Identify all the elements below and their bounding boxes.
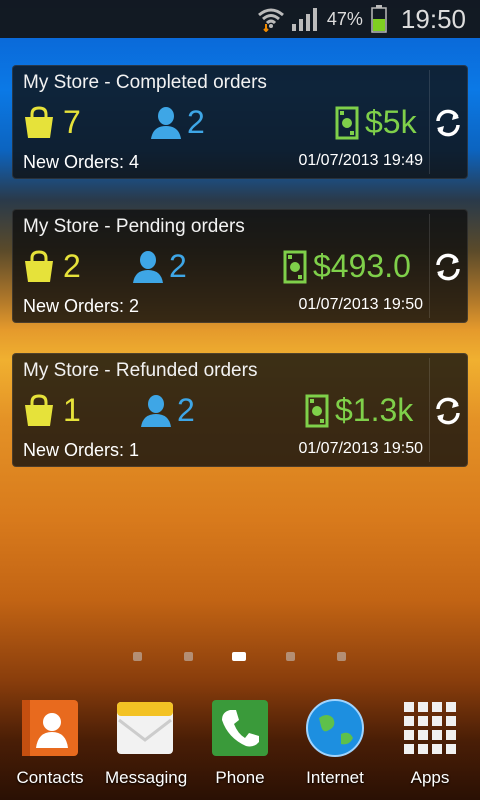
page-dot[interactable] — [184, 652, 193, 661]
new-orders-label: New Orders: 4 — [23, 152, 140, 172]
customers-count: 2 — [169, 248, 187, 284]
money-icon — [305, 394, 329, 428]
messaging-icon — [117, 702, 173, 754]
revenue-amount: $493.0 — [313, 248, 411, 284]
store-widget-completed[interactable]: My Store - Completed orders 7 2 $5k New … — [12, 65, 468, 179]
refresh-icon[interactable] — [433, 252, 463, 282]
shopping-bag-icon — [25, 250, 53, 282]
dock-label: Contacts — [16, 768, 84, 787]
internet-globe-icon — [306, 699, 364, 757]
refresh-icon[interactable] — [433, 108, 463, 138]
dock-item-internet[interactable]: Internet — [295, 696, 375, 788]
page-dot[interactable] — [286, 652, 295, 661]
widget-title: My Store - Completed orders — [23, 72, 267, 93]
dock-label: Messaging — [105, 768, 188, 787]
home-page-indicator — [0, 648, 480, 664]
money-icon — [283, 250, 307, 284]
status-time: 19:50 — [400, 3, 466, 34]
customers-count: 2 — [187, 104, 205, 140]
updated-timestamp: 01/07/2013 19:50 — [298, 296, 423, 313]
revenue-amount: $1.3k — [335, 392, 414, 428]
orders-count: 7 — [63, 104, 81, 140]
widget-divider — [429, 358, 430, 462]
new-orders-label: New Orders: 2 — [23, 296, 140, 316]
shopping-bag-icon — [25, 394, 53, 426]
orders-count: 1 — [63, 392, 81, 428]
shopping-bag-icon — [25, 106, 53, 138]
dock-label: Apps — [410, 768, 450, 787]
dock-item-apps[interactable]: Apps — [390, 696, 470, 788]
page-dot[interactable] — [133, 652, 142, 661]
dock-label: Internet — [306, 768, 364, 787]
widget-title: My Store - Pending orders — [23, 216, 245, 237]
battery-icon — [371, 5, 387, 33]
money-icon — [335, 106, 359, 140]
revenue-amount: $5k — [365, 104, 417, 140]
updated-timestamp: 01/07/2013 19:49 — [298, 152, 423, 169]
widget-divider — [429, 70, 430, 174]
page-dot-active[interactable] — [232, 652, 246, 661]
refresh-icon[interactable] — [433, 396, 463, 426]
new-orders-label: New Orders: 1 — [23, 440, 140, 460]
updated-timestamp: 01/07/2013 19:50 — [298, 440, 423, 457]
battery-percent: 47% — [326, 8, 363, 29]
signal-strength-icon — [291, 8, 317, 31]
dock-item-phone[interactable]: Phone — [200, 696, 280, 788]
phone-icon — [212, 700, 268, 756]
orders-count: 2 — [63, 248, 81, 284]
store-widget-refunded[interactable]: My Store - Refunded orders 1 2 $1.3k New… — [12, 353, 468, 467]
app-dock: Contacts Messaging Phone Internet Apps — [0, 690, 480, 800]
dock-item-messaging[interactable]: Messaging — [105, 696, 188, 788]
widget-title: My Store - Refunded orders — [23, 360, 258, 381]
contacts-icon — [22, 700, 78, 756]
customer-icon — [133, 251, 163, 283]
customer-icon — [151, 107, 181, 139]
customers-count: 2 — [177, 392, 195, 428]
store-widget-pending[interactable]: My Store - Pending orders 2 2 $493.0 New… — [12, 209, 468, 323]
widget-divider — [429, 214, 430, 318]
page-dot[interactable] — [337, 652, 346, 661]
status-bar: 47% 19:50 — [0, 0, 480, 38]
wifi-icon — [257, 8, 284, 32]
dock-label: Phone — [215, 768, 265, 787]
customer-icon — [141, 395, 171, 427]
dock-item-contacts[interactable]: Contacts — [10, 696, 90, 788]
apps-grid-icon — [404, 702, 456, 754]
